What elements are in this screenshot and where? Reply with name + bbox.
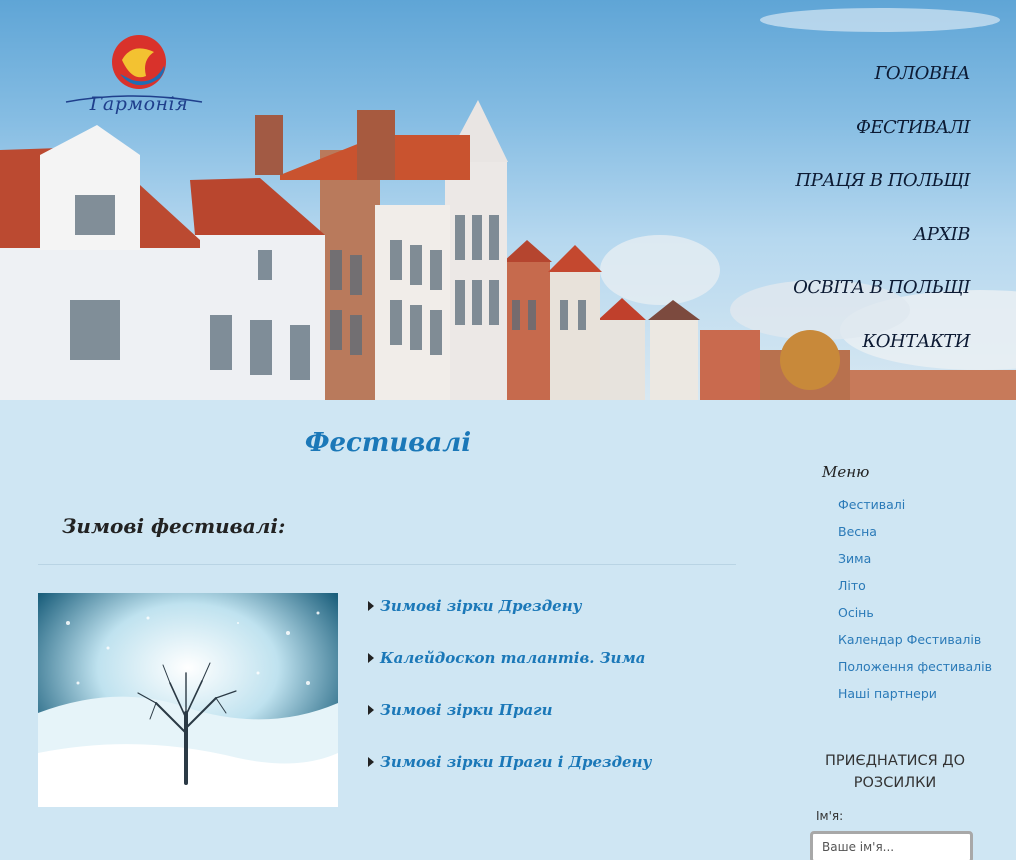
sidebar-item-partners: Наші партнери — [838, 683, 992, 710]
festival-link[interactable]: Зимові зірки Дрездену — [380, 591, 582, 621]
sidebar-link[interactable]: Фестивалі — [838, 497, 905, 512]
sidebar-item-autumn: Осінь — [838, 602, 992, 629]
subscribe-title: ПРИЄДНАТИСЯ ДО РОЗСИЛКИ — [824, 753, 966, 791]
sidebar-link[interactable]: Зима — [838, 551, 871, 566]
sidebar-item-calendar: Календар Фестивалів — [838, 629, 992, 656]
festival-link[interactable]: Зимові зірки Праги і Дрездену — [380, 747, 652, 777]
festival-list: Зимові зірки Дрездену Калейдоскоп талант… — [368, 590, 748, 798]
sidebar-item-winter: Зима — [838, 548, 992, 575]
nav-item-festivals[interactable]: ФЕСТИВАЛІ — [710, 112, 971, 166]
main-nav: ГОЛОВНА ФЕСТИВАЛІ ПРАЦЯ В ПОЛЬЩІ АРХІВ О… — [710, 58, 970, 379]
festival-link[interactable]: Зимові зірки Праги — [380, 695, 553, 725]
nav-item-home[interactable]: ГОЛОВНА — [710, 58, 970, 112]
list-item: Калейдоскоп талантів. Зима — [368, 642, 748, 694]
logo-text: Гармонія — [89, 93, 189, 115]
sidebar-title: Меню — [822, 463, 870, 481]
list-item: Зимові зірки Дрездену — [368, 590, 748, 642]
header-banner: Гармонія ГОЛОВНА ФЕСТИВАЛІ ПРАЦЯ В ПОЛЬЩ… — [0, 0, 1016, 400]
list-item: Зимові зірки Праги і Дрездену — [368, 746, 748, 798]
caret-right-icon — [368, 757, 374, 767]
harmony-logo[interactable] — [62, 30, 207, 130]
sidebar-item-spring: Весна — [838, 521, 992, 548]
section-divider — [38, 564, 736, 565]
sidebar-link[interactable]: Положення фестивалів — [838, 659, 992, 674]
sidebar-link[interactable]: Наші партнери — [838, 686, 937, 701]
sidebar-link[interactable]: Календар Фестивалів — [838, 632, 981, 647]
nav-item-work-in-poland[interactable]: ПРАЦЯ В ПОЛЬЩІ — [710, 165, 970, 219]
festival-link[interactable]: Калейдоскоп талантів. Зима — [380, 643, 645, 673]
caret-right-icon — [368, 653, 374, 663]
section-title: Зимові фестивалі: — [62, 514, 286, 538]
sidebar-item-regulations: Положення фестивалів — [838, 656, 992, 683]
page-title: Фестивалі — [304, 428, 472, 458]
winter-tree-image — [38, 593, 338, 807]
caret-right-icon — [368, 601, 374, 611]
sidebar-link[interactable]: Весна — [838, 524, 877, 539]
nav-item-archive[interactable]: АРХІВ — [710, 219, 971, 273]
sidebar-item-festivals: Фестивалі — [838, 494, 992, 521]
caret-right-icon — [368, 705, 374, 715]
nav-item-contacts[interactable]: КОНТАКТИ — [710, 326, 970, 380]
sidebar-link[interactable]: Осінь — [838, 605, 874, 620]
sidebar-menu: Фестивалі Весна Зима Літо Осінь Календар… — [838, 494, 992, 710]
list-item: Зимові зірки Праги — [368, 694, 748, 746]
name-label: Ім'я: — [816, 809, 844, 823]
sidebar-item-summer: Літо — [838, 575, 992, 602]
nav-item-education-in-poland[interactable]: ОСВІТА В ПОЛЬЩІ — [710, 272, 970, 326]
sidebar-link[interactable]: Літо — [838, 578, 866, 593]
name-input[interactable] — [810, 831, 973, 860]
